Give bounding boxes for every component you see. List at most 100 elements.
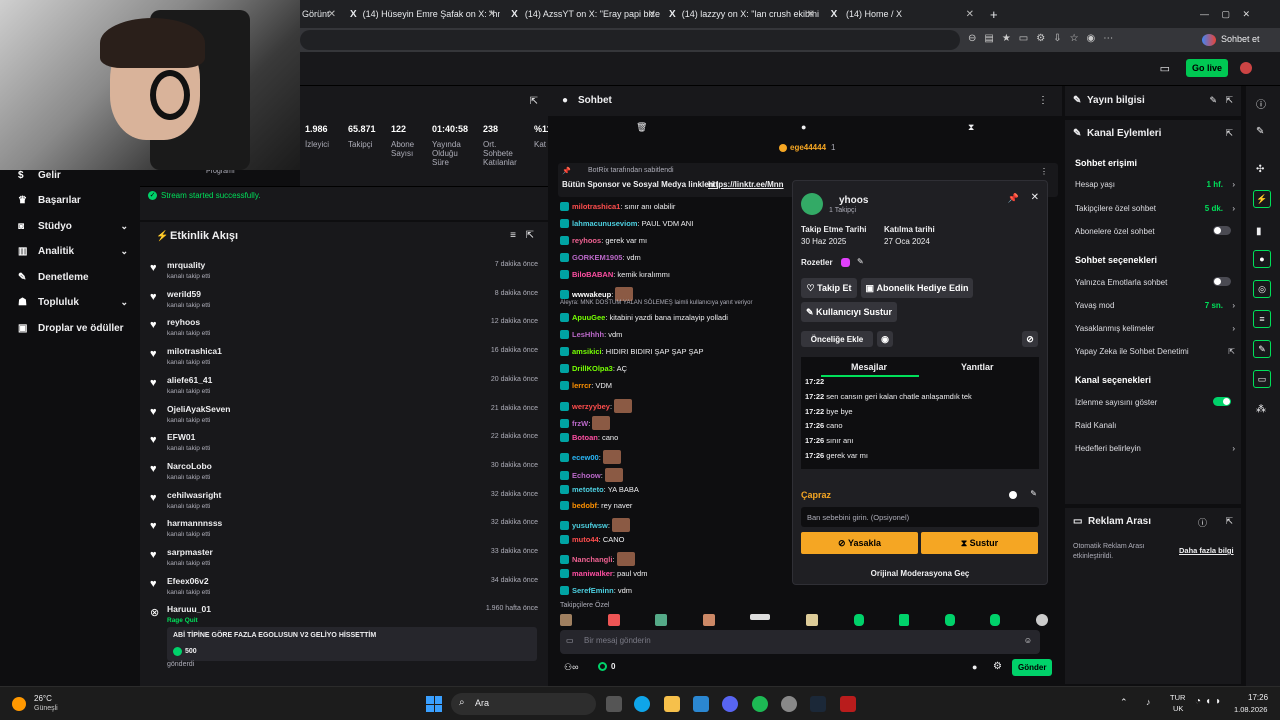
close-icon[interactable]: ✕ (807, 9, 815, 20)
system-tray-icons[interactable]: ◔◖◗ (1195, 696, 1225, 707)
shield-icon[interactable] (840, 696, 856, 712)
steam-icon[interactable] (810, 696, 826, 712)
eye-icon[interactable]: ◉ (877, 331, 893, 347)
more-info-link[interactable]: Daha fazla bilgi (1179, 546, 1234, 555)
chat-username[interactable]: metoteto (572, 485, 604, 494)
emoji-icon[interactable]: ☺ (1024, 636, 1032, 645)
banned-words-row[interactable]: Yasaklanmış kelimeler › (1075, 324, 1235, 333)
chat-bubble-icon[interactable]: ● (972, 662, 977, 672)
address-bar[interactable] (300, 30, 960, 50)
close-icon[interactable]: ✕ (488, 9, 496, 20)
chat-username[interactable]: lahmacunuseviom (572, 219, 637, 228)
gear-icon[interactable]: ⚙ (993, 661, 1002, 672)
raid-channel-row[interactable]: Raid Kanalı (1075, 421, 1235, 430)
task-view-icon[interactable] (606, 696, 622, 712)
store-icon[interactable] (693, 696, 709, 712)
chat-username[interactable]: muto44 (572, 535, 599, 544)
close-icon[interactable]: ✕ (966, 9, 974, 20)
priority-button[interactable]: Önceliğe Ekle (801, 331, 873, 347)
chat-username[interactable]: lerrcr (572, 381, 591, 390)
chat-username[interactable]: amsikici (572, 347, 602, 356)
tab-replies[interactable]: Yanıtlar (961, 362, 994, 372)
windows-start-icon[interactable] (426, 696, 442, 712)
edit-icon[interactable]: ✎ (1256, 126, 1264, 137)
followers-only-row[interactable]: Takipçilere özel sohbet 5 dk. › (1075, 204, 1235, 213)
weather-temp[interactable]: 26°C (34, 694, 52, 703)
wrench-icon[interactable]: ✎ (1253, 340, 1271, 358)
go-live-button[interactable]: Go live (1185, 59, 1228, 77)
sidebar-item-studyo[interactable]: ◙ Stüdyo ⌄ (18, 221, 128, 232)
popout-icon[interactable]: ⇱ (1225, 128, 1233, 139)
send-button[interactable]: Gönder (1012, 659, 1053, 676)
original-mod-link[interactable]: Orijinal Moderasyona Geç (793, 569, 1047, 578)
browser-tab[interactable]: X (14) lazzyy on X: "lan crush ekibini ✕ (669, 4, 819, 24)
chat-username[interactable]: SerefEminn (572, 586, 614, 595)
feed-user[interactable]: Efeex06v2 (167, 576, 209, 586)
chat-username[interactable]: Botoan (572, 433, 598, 442)
list-icon[interactable]: ≡ (1253, 310, 1271, 328)
chat-mode-icon[interactable]: ● (801, 122, 806, 132)
chat-username[interactable]: werzyybey (572, 402, 610, 411)
browser-tab[interactable]: X (14) Hüseyin Emre Şafak on X: "hm ✕ (350, 4, 500, 24)
chat-username[interactable]: ecew00 (572, 453, 599, 462)
info-icon[interactable]: ⓘ (1198, 516, 1207, 529)
taskbar-search[interactable]: ⌕ Ara (451, 693, 596, 715)
chat-username[interactable]: yusufwsw (572, 521, 608, 530)
show-viewers-toggle[interactable] (1213, 397, 1231, 406)
ban-button[interactable]: ⊘ Yasakla (801, 532, 918, 554)
edit-icon[interactable]: ✎ (857, 257, 864, 266)
broadcast-icon[interactable]: ◎ (1253, 280, 1271, 298)
account-age-row[interactable]: Hesap yaşı 1 hf. › (1075, 180, 1235, 189)
sidebar-item-basarilar[interactable]: ♛ Başarılar (18, 195, 81, 206)
browser-tab[interactable]: X (14) Home / X ✕ (828, 4, 978, 24)
emote-bar[interactable] (560, 614, 1048, 626)
chat-username[interactable]: reyhoos (572, 236, 601, 245)
chat-username[interactable]: milotrashica1 (572, 202, 620, 211)
people-icon[interactable]: ⁂ (1256, 404, 1266, 415)
chat-username[interactable]: BiloBABAN (572, 270, 613, 279)
copilot-icon[interactable] (1202, 34, 1216, 46)
chat-username[interactable]: frzW (572, 419, 588, 428)
gift-sub-button[interactable]: ▣ Abonelik Hediye Edin (861, 278, 973, 298)
feed-user[interactable]: OjeliAyakSeven (167, 404, 230, 414)
more-vertical-icon[interactable]: ⋮ (1040, 167, 1048, 176)
popout-icon[interactable]: ⇱ (1225, 95, 1233, 106)
chat-username[interactable]: Echoow (572, 471, 601, 480)
puzzle-icon[interactable]: ✣ (1256, 164, 1264, 175)
popout-icon[interactable]: ⇱ (530, 96, 538, 107)
sidebar-item-analitik[interactable]: ▥ Analitik ⌄ (18, 246, 128, 257)
chat-username[interactable]: Nanchangli (572, 555, 612, 564)
feed-user[interactable]: NarcoLobo (167, 461, 212, 471)
subs-only-toggle[interactable] (1213, 226, 1231, 235)
emote-only-toggle[interactable] (1213, 277, 1231, 286)
sidebar-item-gelir[interactable]: $ Gelir (18, 170, 61, 181)
close-icon[interactable]: ✕ (328, 9, 336, 20)
chat-username[interactable]: wwwakeup (572, 290, 611, 299)
sidebar-item-denetleme[interactable]: ✎ Denetleme (18, 272, 89, 283)
chat-username[interactable]: GORKEM1905 (572, 253, 622, 262)
chat-username[interactable]: ApuuGee (572, 313, 605, 322)
avatar[interactable] (1240, 62, 1252, 74)
feed-user[interactable]: Haruuu_01 (167, 604, 211, 614)
tv-icon[interactable]: ▭ (1160, 62, 1170, 75)
feed-user[interactable]: EFW01 (167, 432, 195, 442)
ban-reason-input[interactable]: Ban sebebini girin. (Opsiyonel) (801, 507, 1039, 527)
close-icon[interactable]: ✕ (648, 9, 656, 20)
lang-indicator[interactable]: TUR (1170, 693, 1185, 702)
lightning-icon[interactable]: ⚡ (1253, 190, 1271, 208)
chevron-up-icon[interactable]: ⌃ (1120, 697, 1128, 708)
feed-user[interactable]: sarpmaster (167, 547, 213, 557)
chat-username[interactable]: DrillKOlpa3 (572, 364, 613, 373)
set-goals-row[interactable]: Hedefleri belirleyin › (1075, 444, 1235, 453)
new-tab-button[interactable]: + (990, 4, 1004, 24)
edit-icon[interactable]: ✎ (1030, 489, 1037, 498)
lock-icon[interactable]: ▮ (1256, 226, 1262, 237)
popout-icon[interactable]: ⇱ (526, 230, 534, 241)
mic-icon[interactable]: ♪ (1146, 697, 1151, 707)
chat-profile-label[interactable]: Sohbet et (1221, 34, 1260, 44)
browser-tab[interactable]: X (14) AzssYT on X: "Eray papi bize ✕ (510, 4, 660, 24)
popout-icon[interactable]: ⇱ (1225, 516, 1233, 527)
timeout-button[interactable]: ⧗ Sustur (921, 532, 1038, 554)
discord-icon[interactable] (722, 696, 738, 712)
chat-bubble-icon[interactable]: ● (1253, 250, 1271, 268)
